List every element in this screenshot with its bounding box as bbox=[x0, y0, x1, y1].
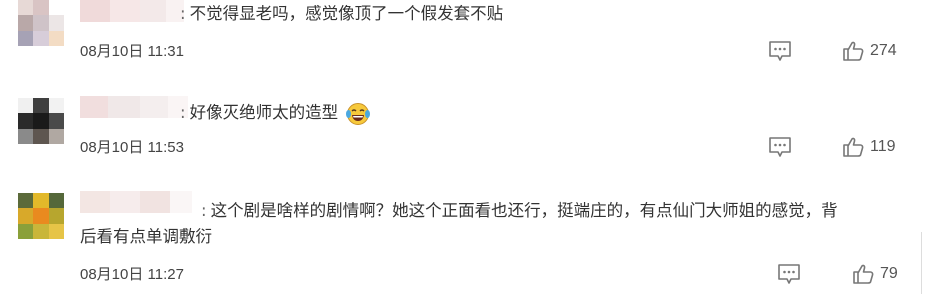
username-blurred[interactable] bbox=[80, 96, 188, 118]
colon: : bbox=[180, 4, 186, 23]
colon: : bbox=[201, 201, 207, 220]
avatar[interactable] bbox=[18, 0, 64, 46]
comment-body: 好像灭绝师太的造型 bbox=[189, 103, 339, 122]
like-count: 119 bbox=[870, 138, 896, 155]
like-count: 274 bbox=[870, 42, 897, 59]
avatar[interactable] bbox=[18, 98, 64, 144]
comment-item: : 这个剧是啥样的剧情啊？她这个正面看也还行，挺端庄的，有点仙门大师姐的感觉，背 … bbox=[0, 185, 925, 298]
comment-bubble-icon[interactable] bbox=[768, 40, 792, 62]
laughing-tears-emoji-icon bbox=[346, 102, 371, 125]
comment-text-continued: 后看有点单调敷衍 bbox=[80, 227, 212, 246]
thumbs-up-icon bbox=[843, 137, 864, 157]
comment-body: 不觉得显老吗，感觉像顶了一个假发套不贴 bbox=[189, 4, 504, 23]
comment-text: : 不觉得显老吗，感觉像顶了一个假发套不贴 bbox=[180, 0, 503, 28]
comment-text: : 好像灭绝师太的造型 bbox=[180, 99, 371, 127]
thumbs-up-icon bbox=[843, 41, 864, 61]
thumbs-up-icon bbox=[853, 264, 874, 284]
username-blurred[interactable] bbox=[80, 0, 184, 22]
comment-text: : 这个剧是啥样的剧情啊？她这个正面看也还行，挺端庄的，有点仙门大师姐的感觉，背 bbox=[201, 197, 838, 225]
comment-item: : 好像灭绝师太的造型 08月10日 11:53 119 bbox=[0, 92, 925, 177]
timestamp: 08月10日 11:31 bbox=[80, 43, 184, 60]
avatar[interactable] bbox=[18, 193, 64, 239]
comment-body: 这个剧是啥样的剧情啊？她这个正面看也还行，挺端庄的，有点仙门大师姐的感觉，背 bbox=[210, 201, 838, 220]
timestamp: 08月10日 11:27 bbox=[80, 266, 184, 283]
username-blurred[interactable] bbox=[80, 191, 192, 213]
like-button[interactable]: 79 bbox=[852, 263, 898, 285]
like-button[interactable]: 119 bbox=[842, 136, 896, 158]
timestamp: 08月10日 11:53 bbox=[80, 139, 184, 156]
like-count: 79 bbox=[880, 265, 898, 282]
comment-item: : 不觉得显老吗，感觉像顶了一个假发套不贴 08月10日 11:31 274 bbox=[0, 0, 925, 85]
colon: : bbox=[180, 103, 186, 122]
scroll-edge bbox=[921, 232, 925, 294]
like-button[interactable]: 274 bbox=[842, 40, 897, 62]
comment-bubble-icon[interactable] bbox=[777, 263, 801, 285]
comment-bubble-icon[interactable] bbox=[768, 136, 792, 158]
